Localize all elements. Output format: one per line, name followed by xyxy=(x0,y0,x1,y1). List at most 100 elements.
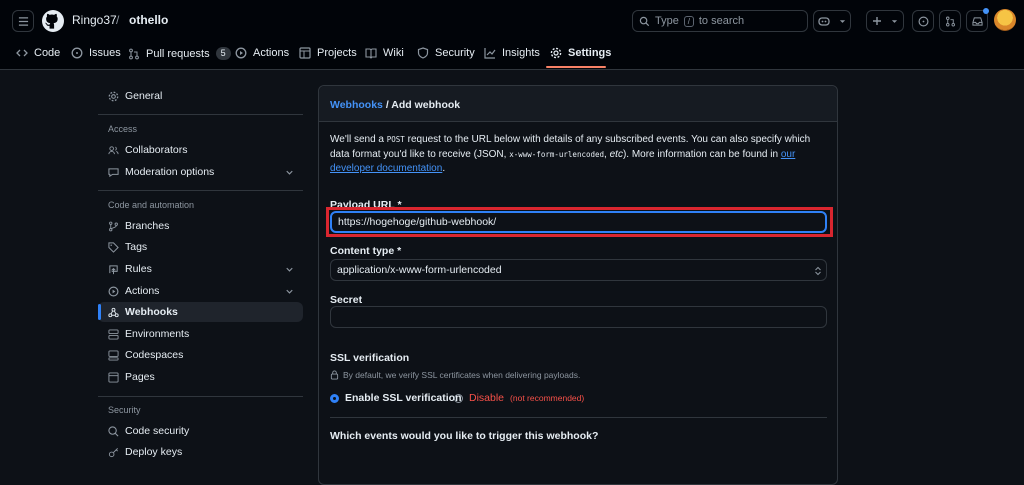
tab-settings[interactable]: Settings xyxy=(550,47,611,59)
hamburger-icon xyxy=(18,16,28,26)
notification-indicator xyxy=(983,8,989,14)
sidebar-active-indicator xyxy=(98,304,101,320)
code-icon xyxy=(16,49,28,57)
lock-icon xyxy=(330,370,339,380)
branch-icon xyxy=(109,221,118,231)
repo-link[interactable]: othello xyxy=(129,13,168,27)
github-logo-icon[interactable] xyxy=(42,10,64,32)
breadcrumb-separator: / xyxy=(116,13,120,27)
play-icon xyxy=(108,286,119,296)
browser-icon xyxy=(108,371,119,383)
sidebar-item-code-security[interactable]: Code security xyxy=(98,421,303,441)
codespaces-icon xyxy=(108,349,119,361)
search-input[interactable]: Type / to search xyxy=(632,10,808,32)
disable-ssl-radio[interactable]: Disable (not recommended) xyxy=(454,392,584,404)
search-shortcut-key: / xyxy=(683,15,694,27)
sidebar-divider xyxy=(98,114,303,115)
tab-issues[interactable]: Issues xyxy=(71,47,121,59)
secret-label: Secret xyxy=(330,294,363,306)
ssl-verification-label: SSL verification xyxy=(330,352,410,364)
webhook-description: We'll send a POST request to the URL bel… xyxy=(330,134,811,174)
tag-icon xyxy=(108,241,119,253)
create-new-button[interactable] xyxy=(866,10,904,32)
sidebar-item-environments[interactable]: Environments xyxy=(98,324,303,344)
content-type-select[interactable]: application/x-www-form-urlencoded xyxy=(330,259,827,281)
webhooks-breadcrumb-link[interactable]: Webhooks xyxy=(330,99,383,111)
radio-unselected-icon xyxy=(454,393,463,403)
tab-actions[interactable]: Actions xyxy=(235,47,289,59)
global-header: Ringo37 / othello Type / to search Code … xyxy=(0,0,1024,70)
owner-link[interactable]: Ringo37 xyxy=(72,13,117,27)
menu-button[interactable] xyxy=(12,10,34,32)
issue-icon xyxy=(71,47,83,59)
ssl-note: By default, we verify SSL certificates w… xyxy=(330,370,580,380)
sidebar-item-pages[interactable]: Pages xyxy=(98,367,303,387)
sidebar-item-moderation[interactable]: Moderation options xyxy=(98,162,303,182)
content-type-label: Content type * xyxy=(330,245,402,257)
page-title: Add webhook xyxy=(391,99,461,111)
sidebar-heading-code: Code and automation xyxy=(108,200,195,210)
server-icon xyxy=(108,328,119,340)
comment-icon xyxy=(108,167,119,177)
tab-wiki[interactable]: Wiki xyxy=(365,47,404,59)
repo-tabs: Code Issues Pull requests 5 Actions Proj… xyxy=(0,40,1024,70)
copilot-button[interactable] xyxy=(813,10,851,32)
breadcrumb-separator: / xyxy=(385,99,389,111)
chevron-down-icon xyxy=(286,170,293,175)
pull-request-icon xyxy=(945,16,955,26)
shield-icon xyxy=(417,47,429,59)
sidebar-item-actions[interactable]: Actions xyxy=(98,281,303,301)
book-icon xyxy=(365,48,377,59)
secret-input[interactable] xyxy=(330,306,827,328)
chevron-down-icon xyxy=(286,289,293,294)
tab-security[interactable]: Security xyxy=(417,47,475,59)
sidebar-item-rules[interactable]: Rules xyxy=(98,259,303,279)
pull-requests-count: 5 xyxy=(215,47,231,60)
gear-icon xyxy=(108,91,119,101)
tab-pull-requests[interactable]: Pull requests 5 xyxy=(128,47,231,60)
caret-down-icon xyxy=(839,19,845,23)
sidebar-item-deploy-keys[interactable]: Deploy keys xyxy=(98,442,303,462)
tab-projects[interactable]: Projects xyxy=(299,47,357,59)
panel-header: Webhooks / Add webhook xyxy=(319,86,837,122)
sidebar-item-branches[interactable]: Branches xyxy=(98,216,303,236)
issue-opened-icon xyxy=(918,16,928,26)
issues-button[interactable] xyxy=(912,10,934,32)
graph-icon xyxy=(484,48,496,59)
sidebar-item-codespaces[interactable]: Codespaces xyxy=(98,345,303,365)
highlight-annotation xyxy=(326,207,833,237)
sidebar-heading-access: Access xyxy=(108,124,138,134)
inbox-icon xyxy=(971,16,983,26)
pull-requests-button[interactable] xyxy=(939,10,961,32)
plus-icon xyxy=(872,17,881,25)
events-label: Which events would you like to trigger t… xyxy=(330,430,599,442)
people-icon xyxy=(108,145,119,154)
select-arrows-icon xyxy=(815,266,821,276)
pull-request-icon xyxy=(129,48,139,59)
top-bar: Ringo37 / othello Type / to search xyxy=(0,0,1024,40)
section-divider xyxy=(330,417,827,418)
sidebar-item-collaborators[interactable]: Collaborators xyxy=(98,140,303,160)
sidebar-divider xyxy=(98,396,303,397)
copilot-icon xyxy=(818,16,830,26)
enable-ssl-radio[interactable]: Enable SSL verification xyxy=(330,392,462,404)
avatar[interactable] xyxy=(994,9,1016,31)
tab-insights[interactable]: Insights xyxy=(484,47,540,59)
play-icon xyxy=(235,47,247,59)
tab-code[interactable]: Code xyxy=(16,47,60,59)
search-placeholder: Type xyxy=(655,15,679,27)
repo-push-icon xyxy=(109,264,118,274)
sidebar-item-tags[interactable]: Tags xyxy=(98,237,303,257)
table-icon xyxy=(299,47,311,59)
chevron-down-icon xyxy=(286,267,293,272)
sidebar-divider xyxy=(98,190,303,191)
search-placeholder-suffix: to search xyxy=(698,15,745,27)
sidebar-item-general[interactable]: General xyxy=(98,86,303,106)
sidebar-item-webhooks[interactable]: Webhooks xyxy=(98,302,303,322)
caret-down-icon xyxy=(892,19,898,23)
gear-icon xyxy=(550,47,562,59)
codescan-icon xyxy=(108,425,119,436)
sidebar-heading-security: Security xyxy=(108,405,141,415)
key-icon xyxy=(108,447,118,457)
webhook-icon xyxy=(108,307,119,317)
